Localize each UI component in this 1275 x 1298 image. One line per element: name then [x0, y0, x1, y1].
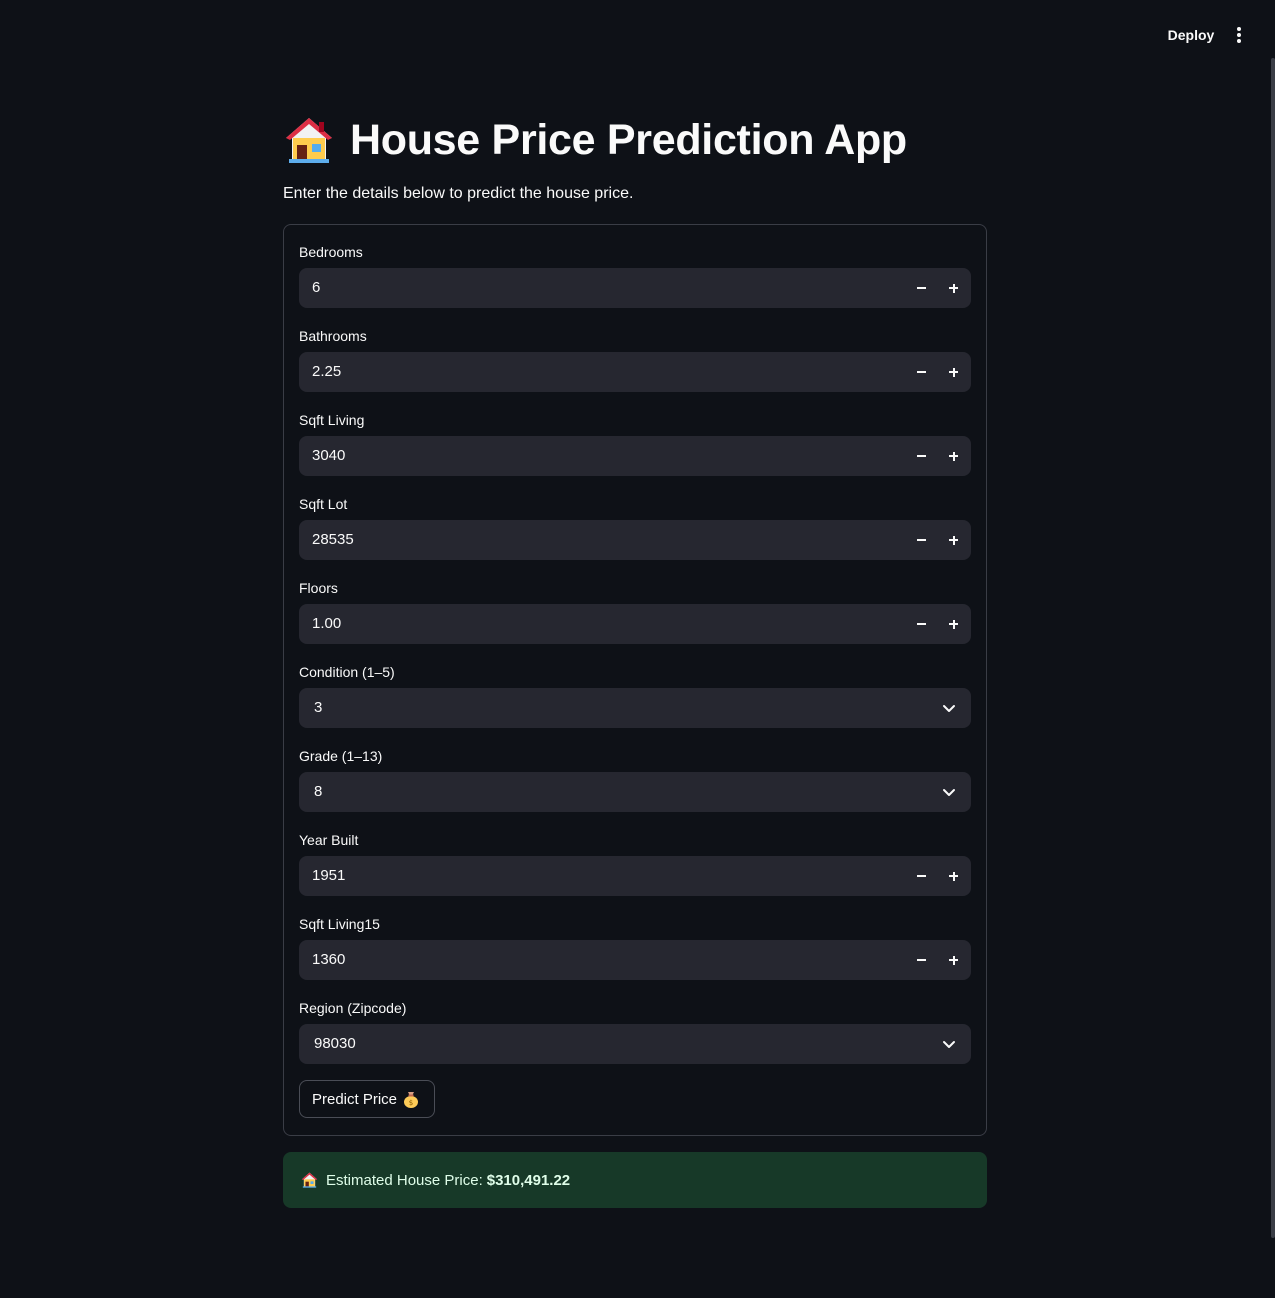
chevron-down-icon[interactable]	[941, 700, 957, 716]
money-bag-icon: $	[404, 1092, 419, 1108]
year-built-input[interactable]: 1951	[299, 856, 971, 896]
year-built-value[interactable]: 1951	[312, 856, 345, 896]
sqft-living-input[interactable]: 3040	[299, 436, 971, 476]
grade-value: 8	[314, 783, 323, 800]
year-built-label: Year Built	[299, 832, 359, 848]
deploy-button[interactable]: Deploy	[1158, 22, 1224, 48]
top-bar: Deploy	[0, 0, 1275, 60]
predict-price-button[interactable]: Predict Price $	[299, 1080, 435, 1118]
house-icon	[286, 118, 332, 163]
sqft-lot-decrement-button[interactable]	[905, 524, 937, 556]
chevron-down-icon[interactable]	[941, 784, 957, 800]
sqft-lot-value[interactable]: 28535	[312, 520, 354, 560]
bathrooms-label: Bathrooms	[299, 328, 367, 344]
sqft-living-value[interactable]: 3040	[312, 436, 345, 476]
bedrooms-value[interactable]: 6	[312, 268, 320, 308]
page-subtitle: Enter the details below to predict the h…	[283, 185, 634, 202]
bathrooms-decrement-button[interactable]	[905, 356, 937, 388]
predict-price-label: Predict Price	[312, 1090, 398, 1108]
grade-label: Grade (1–13)	[299, 748, 383, 764]
floors-value[interactable]: 1.00	[312, 604, 341, 644]
sqft-living15-label: Sqft Living15	[299, 916, 380, 932]
year-built-decrement-button[interactable]	[905, 860, 937, 892]
bathrooms-value[interactable]: 2.25	[312, 352, 341, 392]
page-title-text: House Price Prediction App	[350, 115, 907, 164]
condition-label: Condition (1–5)	[299, 664, 395, 680]
region-select[interactable]: 98030	[299, 1024, 971, 1064]
sqft-living15-decrement-button[interactable]	[905, 944, 937, 976]
grade-select[interactable]: 8	[299, 772, 971, 812]
chevron-down-icon[interactable]	[941, 1036, 957, 1052]
bedrooms-label: Bedrooms	[299, 244, 363, 260]
floors-label: Floors	[299, 580, 338, 596]
region-label: Region (Zipcode)	[299, 1000, 407, 1016]
bedrooms-decrement-button[interactable]	[905, 272, 937, 304]
sqft-living15-value[interactable]: 1360	[312, 940, 345, 980]
condition-select[interactable]: 3	[299, 688, 971, 728]
page-scrollbar[interactable]	[1271, 58, 1275, 1238]
region-value: 98030	[314, 1035, 356, 1052]
result-value: $310,491.22	[486, 1171, 571, 1189]
prediction-result-alert: Estimated House Price: $310,491.22	[283, 1152, 987, 1208]
sqft-living15-input[interactable]: 1360	[299, 940, 971, 980]
floors-decrement-button[interactable]	[905, 608, 937, 640]
page-title: House Price Prediction App	[284, 112, 907, 168]
floors-increment-button[interactable]	[937, 608, 969, 640]
condition-value: 3	[314, 699, 323, 716]
sqft-lot-input[interactable]: 28535	[299, 520, 971, 560]
floors-input[interactable]: 1.00	[299, 604, 971, 644]
bedrooms-increment-button[interactable]	[937, 272, 969, 304]
sqft-lot-increment-button[interactable]	[937, 524, 969, 556]
house-icon	[301, 1172, 318, 1188]
sqft-living-decrement-button[interactable]	[905, 440, 937, 472]
sqft-living-label: Sqft Living	[299, 412, 365, 428]
bedrooms-input[interactable]: 6	[299, 268, 971, 308]
sqft-living15-increment-button[interactable]	[937, 944, 969, 976]
result-label: Estimated House Price:	[326, 1171, 483, 1189]
svg-text:$: $	[409, 1099, 413, 1107]
bathrooms-input[interactable]: 2.25	[299, 352, 971, 392]
prediction-form: Bedrooms 6 Bathrooms 2.25 Sqft Living 30…	[283, 224, 987, 1136]
year-built-increment-button[interactable]	[937, 860, 969, 892]
kebab-menu-icon[interactable]	[1228, 24, 1250, 46]
sqft-living-increment-button[interactable]	[937, 440, 969, 472]
sqft-lot-label: Sqft Lot	[299, 496, 348, 512]
bathrooms-increment-button[interactable]	[937, 356, 969, 388]
